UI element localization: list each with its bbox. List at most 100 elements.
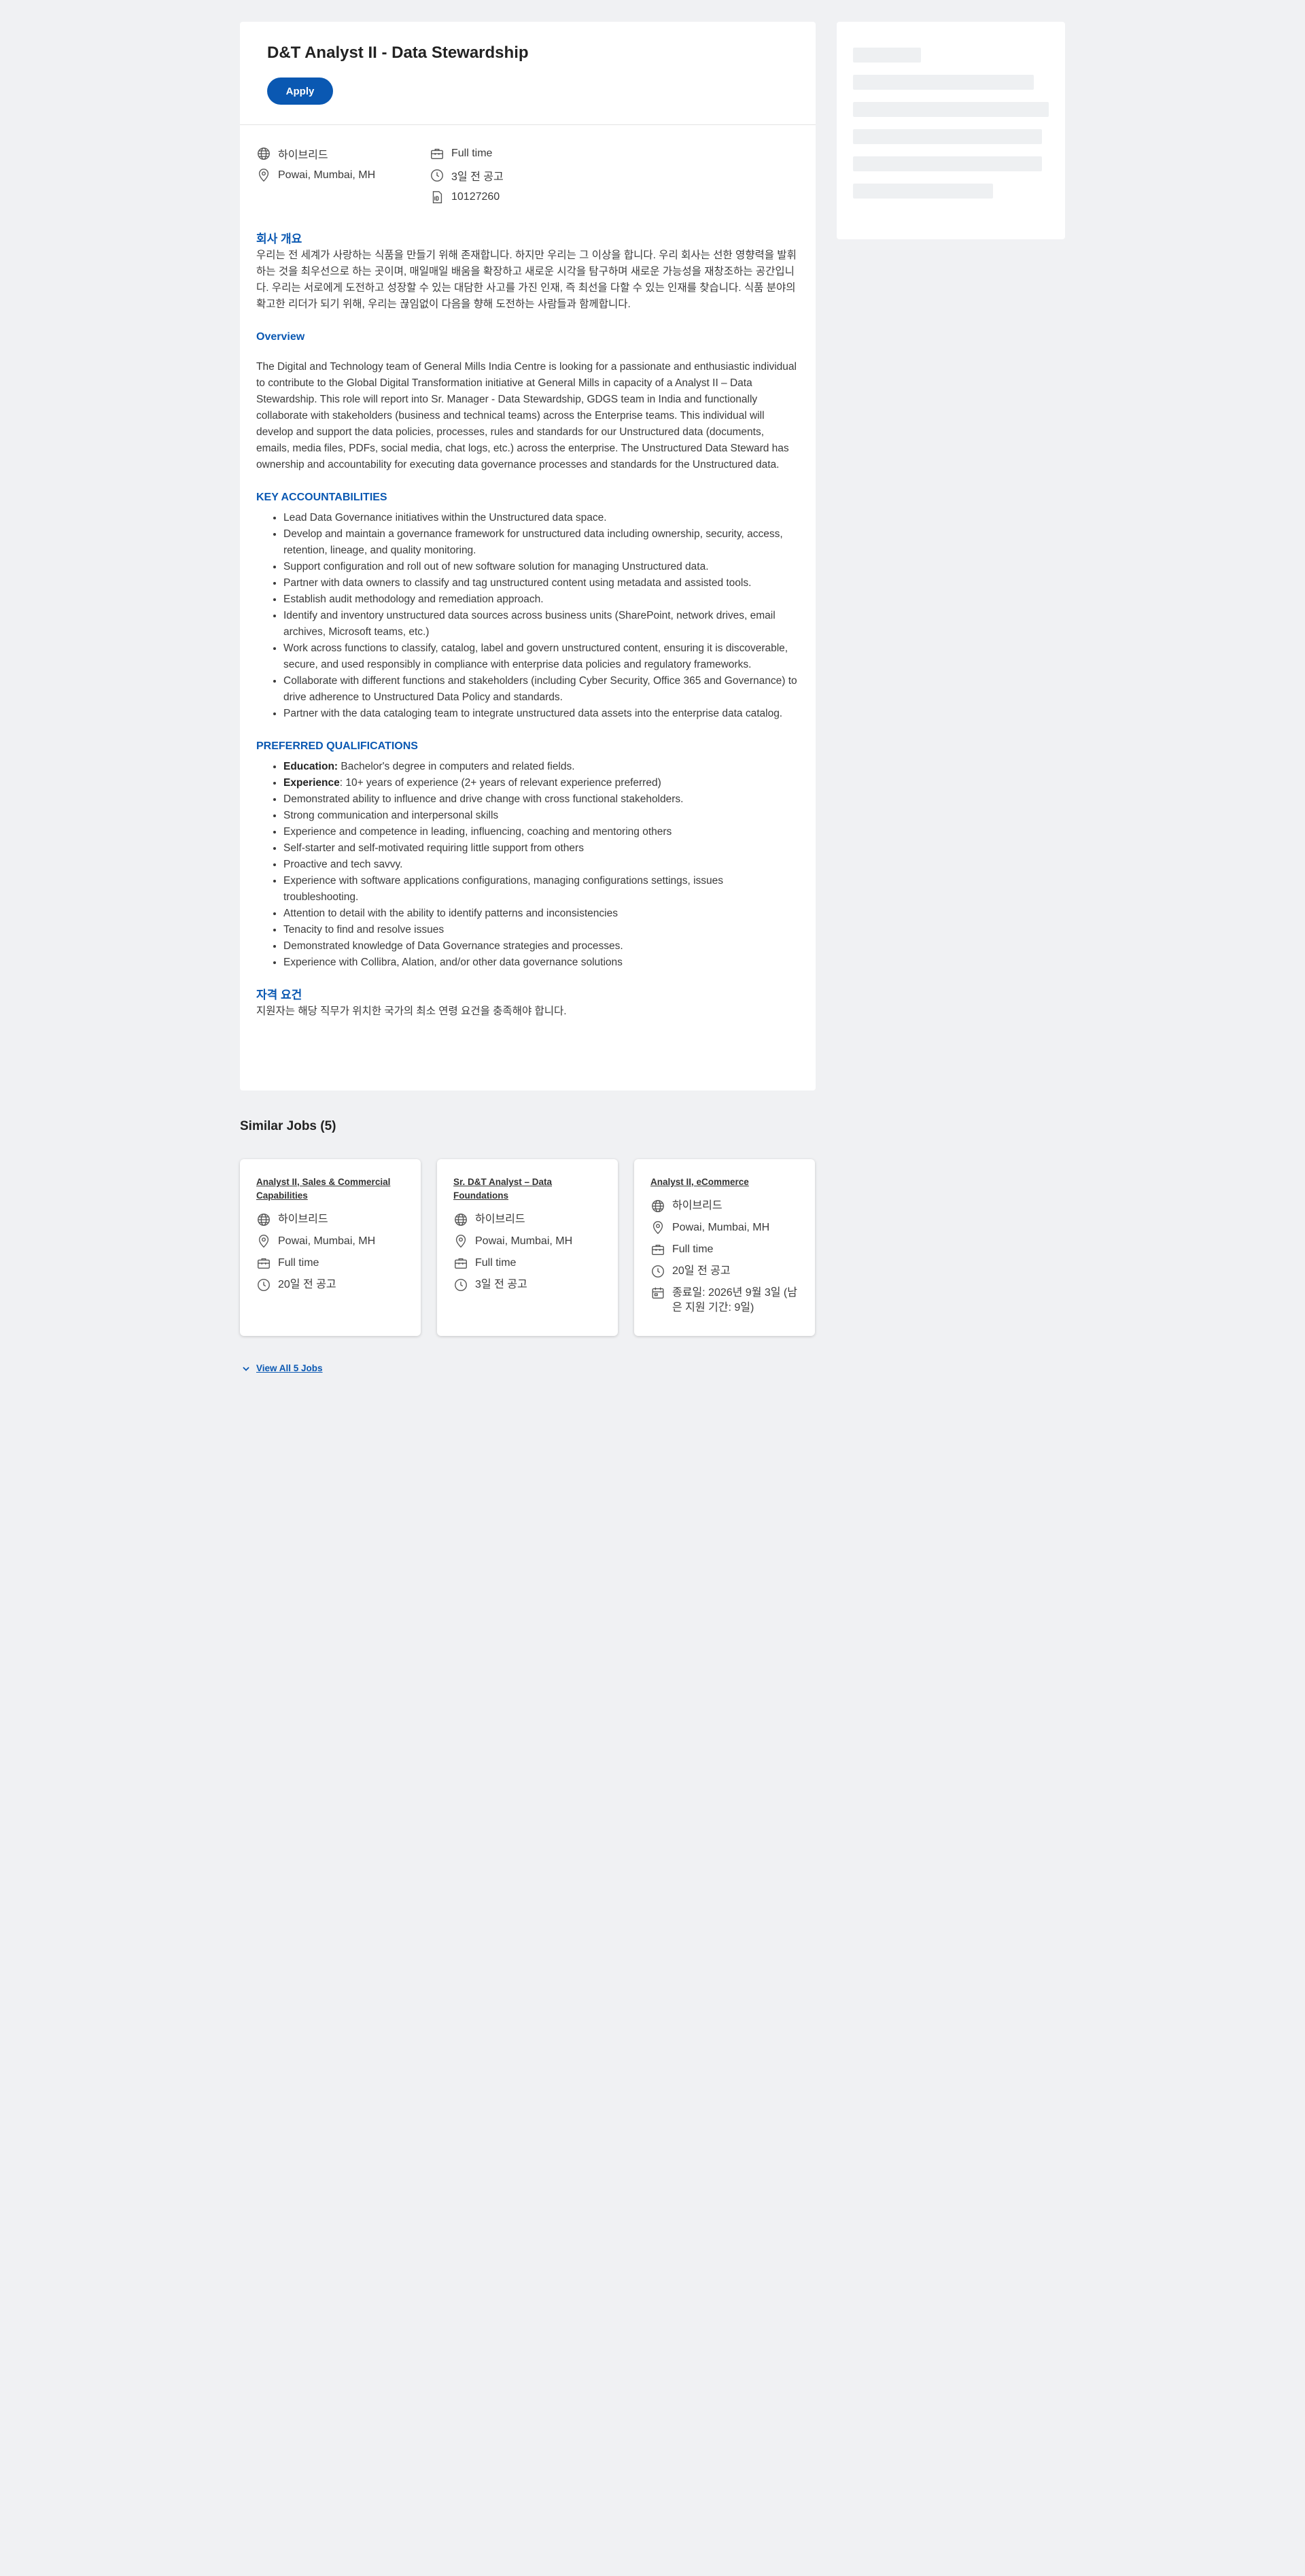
similar-job-closing-text: 종료일: 2026년 9월 3일 (남은 지원 기간: 9일) bbox=[672, 1287, 797, 1313]
company-overview-section: 회사 개요 우리는 전 세계가 사랑하는 식품을 만들기 위해 존재합니다. 하… bbox=[256, 231, 799, 313]
similar-job-closing: 종료일: 2026년 9월 3일 (남은 지원 기간: 9일) bbox=[650, 1286, 799, 1316]
similar-jobs-heading: Similar Jobs (5) bbox=[240, 1119, 336, 1133]
similar-job-posted: 20일 전 공고 bbox=[650, 1264, 799, 1279]
similar-job-location: Powai, Mumbai, MH bbox=[256, 1234, 404, 1249]
similar-job-title-link[interactable]: Analyst II, eCommerce bbox=[650, 1175, 799, 1189]
similar-job-location-type: 하이브리드 bbox=[453, 1212, 602, 1227]
similar-job-card[interactable]: Analyst II, Sales & Commercial Capabilit… bbox=[240, 1159, 421, 1336]
education-label: Education: bbox=[283, 761, 338, 772]
globe-icon bbox=[455, 1214, 467, 1226]
list-item: Develop and maintain a governance framew… bbox=[283, 526, 799, 559]
clock-icon bbox=[431, 169, 443, 182]
list-item: Lead Data Governance initiatives within … bbox=[283, 510, 799, 526]
meta-location-type-text: 하이브리드 bbox=[278, 150, 328, 161]
similar-job-card[interactable]: Analyst II, eCommerce 하이브리드 Powai, Mumba… bbox=[634, 1159, 815, 1336]
similar-job-employment-type: Full time bbox=[650, 1242, 799, 1257]
similar-job-location-type-text: 하이브리드 bbox=[672, 1200, 723, 1212]
list-item: Self-starter and self-motivated requirin… bbox=[283, 840, 799, 857]
meta-employment-type-text: Full time bbox=[451, 148, 493, 159]
chevron-down-icon bbox=[243, 1367, 249, 1371]
company-overview-heading: 회사 개요 bbox=[256, 233, 302, 245]
similar-job-title-link[interactable]: Sr. D&T Analyst – Data Foundations bbox=[453, 1175, 602, 1203]
list-item: Work across functions to classify, catal… bbox=[283, 640, 799, 673]
experience-label: Experience bbox=[283, 777, 340, 789]
clock-icon bbox=[258, 1279, 270, 1291]
similar-job-title-link[interactable]: Analyst II, Sales & Commercial Capabilit… bbox=[256, 1175, 404, 1203]
similar-job-posted-text: 20일 전 공고 bbox=[278, 1279, 336, 1290]
similar-job-location-text: Powai, Mumbai, MH bbox=[475, 1235, 573, 1247]
overview-heading: Overview bbox=[256, 331, 305, 343]
skeleton-line bbox=[853, 102, 1049, 117]
skeleton-line bbox=[853, 156, 1042, 171]
meta-posted-text: 3일 전 공고 bbox=[451, 171, 504, 183]
skeleton-line bbox=[853, 184, 993, 199]
view-all-jobs-link[interactable]: View All 5 Jobs bbox=[241, 1363, 323, 1373]
experience-text: : 10+ years of experience (2+ years of r… bbox=[339, 777, 661, 789]
list-item: Tenacity to find and resolve issues bbox=[283, 922, 799, 938]
similar-job-posted-text: 20일 전 공고 bbox=[672, 1265, 731, 1277]
list-item: Support configuration and roll out of ne… bbox=[283, 559, 799, 575]
preferred-qualifications-heading: PREFERRED QUALIFICATIONS bbox=[256, 740, 418, 752]
job-detail-card: D&T Analyst II - Data Stewardship Apply … bbox=[240, 22, 816, 1090]
similar-job-card[interactable]: Sr. D&T Analyst – Data Foundations 하이브리드… bbox=[437, 1159, 618, 1336]
clock-icon bbox=[455, 1279, 467, 1291]
similar-job-location-text: Powai, Mumbai, MH bbox=[672, 1222, 770, 1233]
key-accountabilities-heading: KEY ACCOUNTABILITIES bbox=[256, 492, 387, 503]
company-overview-text: 우리는 전 세계가 사랑하는 식품을 만들기 위해 존재합니다. 하지만 우리는… bbox=[256, 250, 797, 310]
overview-text: The Digital and Technology team of Gener… bbox=[256, 361, 797, 470]
list-item: Proactive and tech savvy. bbox=[283, 857, 799, 873]
meta-location-type: 하이브리드 bbox=[256, 145, 430, 162]
location-pin-icon bbox=[258, 1235, 269, 1248]
skeleton-line bbox=[853, 129, 1042, 144]
similar-job-posted: 20일 전 공고 bbox=[256, 1277, 404, 1292]
briefcase-icon bbox=[258, 1258, 270, 1269]
globe-icon bbox=[258, 148, 270, 160]
similar-job-location-type-text: 하이브리드 bbox=[475, 1214, 525, 1225]
skeleton-line bbox=[853, 75, 1034, 90]
list-item: Strong communication and interpersonal s… bbox=[283, 808, 799, 824]
similar-job-posted-text: 3일 전 공고 bbox=[475, 1279, 527, 1290]
list-item: Demonstrated ability to influence and dr… bbox=[283, 791, 799, 808]
list-item: Experience with Collibra, Alation, and/o… bbox=[283, 955, 799, 971]
list-item: Establish audit methodology and remediat… bbox=[283, 591, 799, 608]
job-header: D&T Analyst II - Data Stewardship Apply bbox=[240, 22, 816, 125]
list-item: Demonstrated knowledge of Data Governanc… bbox=[283, 938, 799, 955]
skeleton-line bbox=[853, 48, 921, 63]
similar-job-employment-type: Full time bbox=[453, 1256, 602, 1271]
view-all-jobs-label: View All 5 Jobs bbox=[256, 1363, 323, 1373]
job-body: 하이브리드 Powai, Mumbai, MH Full time 3일 전 공… bbox=[240, 125, 816, 1020]
clock-icon bbox=[652, 1265, 664, 1277]
id-badge-icon bbox=[432, 191, 442, 203]
list-item: Attention to detail with the ability to … bbox=[283, 906, 799, 922]
meta-employment-type: Full time bbox=[430, 145, 633, 162]
list-item: Collaborate with different functions and… bbox=[283, 673, 799, 706]
job-title: D&T Analyst II - Data Stewardship bbox=[267, 44, 529, 62]
preferred-qualifications-list: Education: Bachelor's degree in computer… bbox=[256, 759, 799, 971]
similar-job-employment-type-text: Full time bbox=[672, 1243, 714, 1255]
similar-job-location-type: 하이브리드 bbox=[650, 1199, 799, 1214]
qualification-requirements-heading: 자격 요건 bbox=[256, 989, 302, 1001]
briefcase-icon bbox=[455, 1258, 467, 1269]
overview-section: Overview The Digital and Technology team… bbox=[256, 329, 799, 473]
similar-job-location-type: 하이브리드 bbox=[256, 1212, 404, 1227]
similar-job-employment-type-text: Full time bbox=[475, 1257, 517, 1269]
list-item-education: Education: Bachelor's degree in computer… bbox=[283, 759, 799, 775]
sidebar-loading-card bbox=[837, 22, 1065, 239]
location-pin-icon bbox=[455, 1235, 466, 1248]
apply-button[interactable]: Apply bbox=[267, 78, 333, 105]
list-item: Partner with data owners to classify and… bbox=[283, 575, 799, 591]
qualification-requirements-text: 지원자는 해당 직무가 위치한 국가의 최소 연령 요건을 충족해야 합니다. bbox=[256, 1006, 567, 1017]
similar-job-posted: 3일 전 공고 bbox=[453, 1277, 602, 1292]
education-text: Bachelor's degree in computers and relat… bbox=[338, 761, 575, 772]
key-accountabilities-section: KEY ACCOUNTABILITIES Lead Data Governanc… bbox=[256, 490, 799, 722]
list-item: Experience with software applications co… bbox=[283, 873, 799, 906]
briefcase-icon bbox=[431, 148, 443, 160]
meta-job-id: 10127260 bbox=[430, 189, 633, 205]
location-pin-icon bbox=[258, 169, 269, 182]
similar-job-location: Powai, Mumbai, MH bbox=[453, 1234, 602, 1249]
similar-job-location-text: Powai, Mumbai, MH bbox=[278, 1235, 376, 1247]
list-item: Partner with the data cataloging team to… bbox=[283, 706, 799, 722]
meta-posted: 3일 전 공고 bbox=[430, 167, 633, 184]
list-item: Identify and inventory unstructured data… bbox=[283, 608, 799, 640]
similar-job-location: Powai, Mumbai, MH bbox=[650, 1220, 799, 1235]
